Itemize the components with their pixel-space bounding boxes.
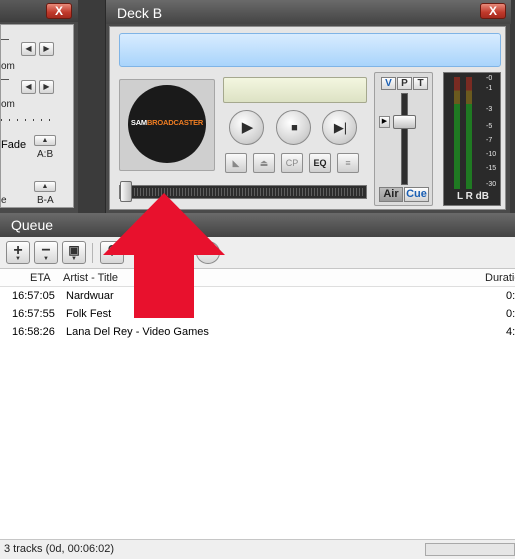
deck-a-e-label: e [1,195,7,206]
row-duration: 4: [506,326,515,338]
status-progress-panel [425,543,515,556]
remove-button[interactable]: − ▼ [34,241,58,264]
dropdown-arrow-icon: ▼ [43,256,49,262]
toolbar-separator [92,243,93,263]
table-row[interactable]: 16:57:55 Folk Fest 0: [0,306,515,324]
queue-toolbar: +▼ −▼ ▣▼ ⚲ ▶ [0,237,515,269]
logo-text: SAMBROADCASTER [128,118,206,127]
album-art: SAMBROADCASTER [119,79,215,171]
queue-window: Queue +▼ −▼ ▣▼ ⚲ ▶ ETA Artist - Title Du… [0,213,515,559]
vu-tick: -3 [486,106,493,113]
deck-a-fade-up-button[interactable]: ▲ [34,135,56,146]
menu-button[interactable]: ≡ [337,153,359,173]
table-row[interactable]: 16:58:26 Lana Del Rey - Video Games 4: [0,324,515,342]
vu-tick: -10 [486,151,497,158]
row-title: Lana Del Rey - Video Games [66,326,209,338]
dropdown-arrow-icon: ▼ [15,256,21,262]
logo-text-broadcaster: BROADCASTER [146,118,204,127]
vu-tick: -5 [486,123,493,130]
row-duration: 0: [506,290,515,302]
vu-bar-left [454,77,460,189]
volume-slider[interactable] [401,93,408,185]
status-track-count: 3 tracks (0d, 00:06:02) [4,543,115,555]
cp-button[interactable]: CP [281,153,303,173]
vu-tick: -0 [486,75,493,82]
eject-button[interactable]: ⏏ [253,153,275,173]
volume-slider-thumb[interactable] [393,115,416,129]
row-eta: 16:57:05 [12,290,55,302]
stop-icon: ■ [291,122,298,134]
deck-a-prev-button-2[interactable]: ◀ [21,80,36,94]
add-button[interactable]: + ▼ [6,241,30,264]
vu-meter: -0 -1 -3 -5 -7 -10 -15 -30 L R dB [443,72,501,206]
queue-mode-button[interactable]: ◣ [225,153,247,173]
volume-arrow-icon[interactable]: ▶ [379,116,390,128]
vu-tick: -1 [486,85,493,92]
deck-a-window: X ◀ ▶ om ◀ ▶ om Fade ▲ A:B ▲ e B-A [0,0,78,213]
v-button[interactable]: V [381,77,396,90]
deck-a-next-button[interactable]: ▶ [39,42,54,56]
deck-b-title-bar [106,0,511,24]
deck-a-close-button[interactable]: X [46,3,72,19]
deck-a-panel: ◀ ▶ om ◀ ▶ om Fade ▲ A:B ▲ e B-A [0,24,74,208]
status-bar: 3 tracks (0d, 00:06:02) [0,539,515,559]
sam-broadcaster-logo: SAMBROADCASTER [128,85,206,163]
t-button[interactable]: T [413,77,428,90]
volume-panel: V P T ▶ Air Cue [374,72,433,206]
floppy-icon: ▣ [68,243,80,257]
deck-area: X ◀ ▶ om ◀ ▶ om Fade ▲ A:B ▲ e B-A Deck … [0,0,515,223]
time-display [223,77,367,103]
column-eta[interactable]: ETA [30,272,51,284]
air-button[interactable]: Air [379,187,403,202]
stop-button[interactable]: ■ [276,110,311,145]
logo-text-sam: SAM [130,118,147,127]
queue-column-header: ETA Artist - Title Duratio [0,269,515,287]
p-button[interactable]: P [397,77,412,90]
deck-a-next-button-2[interactable]: ▶ [39,80,54,94]
eq-button[interactable]: EQ [309,153,331,173]
deck-b-panel: SAMBROADCASTER ▶ ■ ▶| ◣ ⏏ CP EQ ≡ V P T … [109,26,506,210]
menu-icon: ≡ [345,158,351,168]
row-duration: 0: [506,308,515,320]
deck-a-prev-button[interactable]: ◀ [21,42,36,56]
vu-tick: -7 [486,137,493,144]
row-eta: 16:58:26 [12,326,55,338]
play-icon: ▶ [241,119,254,136]
row-eta: 16:57:55 [12,308,55,320]
deck-a-label-2: om [1,99,15,110]
red-up-arrow-annotation [103,193,225,318]
flag-icon: ◣ [232,158,240,168]
column-duration[interactable]: Duratio [485,272,515,284]
queue-title: Queue [11,217,54,233]
deck-b-title: Deck B [117,5,163,21]
play-button[interactable]: ▶ [229,110,264,145]
eject-icon: ⏏ [259,158,269,168]
next-icon: ▶| [333,120,348,135]
queue-title-bar: Queue [0,213,515,237]
deck-a-label-1: om [1,61,15,72]
deck-a-slider-mark-2 [1,79,9,80]
vu-footer-label: L R dB [456,191,490,202]
next-button[interactable]: ▶| [322,110,357,145]
arrow-shape [103,193,225,318]
deck-a-ab-label: A:B [37,149,54,160]
vu-tick: -30 [486,181,497,188]
vu-tick: -15 [486,165,497,172]
deck-a-slider-mark [1,39,9,40]
deck-b-window: Deck B X SAMBROADCASTER ▶ ■ ▶| ◣ ⏏ CP EQ… [105,0,511,213]
deck-a-fade-label: Fade [1,139,27,151]
cue-button[interactable]: Cue [404,187,429,202]
dropdown-arrow-icon: ▼ [71,256,77,262]
deck-a-fade-up-button-2[interactable]: ▲ [34,181,56,192]
deck-b-close-button[interactable]: X [480,3,506,19]
save-button[interactable]: ▣ ▼ [62,241,86,264]
vu-bar-right [466,77,472,189]
deck-a-scale [1,119,55,121]
track-info-bar [119,33,501,67]
table-row[interactable]: 16:57:05 Nardwuar 0: [0,288,515,306]
deck-a-ba-label: B-A [37,195,54,206]
